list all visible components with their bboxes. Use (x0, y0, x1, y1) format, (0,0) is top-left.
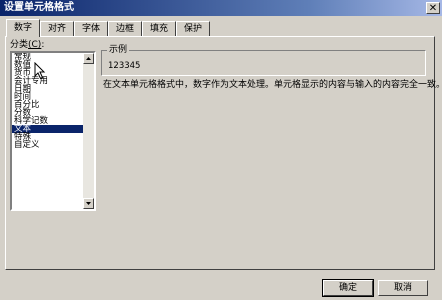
category-list: 常规 数值 货币 会计专用 日期 时间 百分比 分数 科学记数 文本 特殊 自定… (12, 53, 83, 149)
scroll-down-button[interactable] (83, 198, 94, 209)
cancel-button[interactable]: 取消 (378, 280, 428, 296)
sample-group (101, 50, 426, 76)
arrow-up-icon (86, 57, 91, 60)
dialog-title: 设置单元格格式 (4, 2, 74, 13)
format-description: 在文本单元格格式中，数字作为文本处理。单元格显示的内容与输入的内容完全一致。 (103, 80, 442, 90)
format-cells-dialog: 设置单元格格式 ✕ 数字 对齐 字体 边框 填充 保护 分类(C): 常规 数值… (0, 0, 442, 300)
title-bar[interactable]: 设置单元格格式 ✕ (0, 0, 442, 16)
category-item-custom[interactable]: 自定义 (12, 141, 83, 150)
tab-border[interactable]: 边框 (108, 21, 142, 36)
sample-legend: 示例 (107, 45, 130, 55)
mouse-pointer-icon (34, 62, 46, 80)
close-button[interactable]: ✕ (426, 2, 440, 14)
tab-protection[interactable]: 保护 (176, 21, 210, 36)
tab-alignment[interactable]: 对齐 (40, 21, 74, 36)
ok-button[interactable]: 确定 (322, 279, 374, 297)
arrow-down-icon (86, 202, 91, 205)
tab-font[interactable]: 字体 (74, 21, 108, 36)
scroll-up-button[interactable] (83, 53, 94, 64)
close-icon: ✕ (428, 3, 438, 14)
category-label: 分类(C): (10, 40, 45, 50)
category-listbox[interactable]: 常规 数值 货币 会计专用 日期 时间 百分比 分数 科学记数 文本 特殊 自定… (10, 51, 96, 211)
tab-fill[interactable]: 填充 (142, 21, 176, 36)
category-scrollbar[interactable] (83, 53, 94, 209)
sample-value: 123345 (108, 61, 141, 71)
tab-number[interactable]: 数字 (6, 19, 40, 37)
